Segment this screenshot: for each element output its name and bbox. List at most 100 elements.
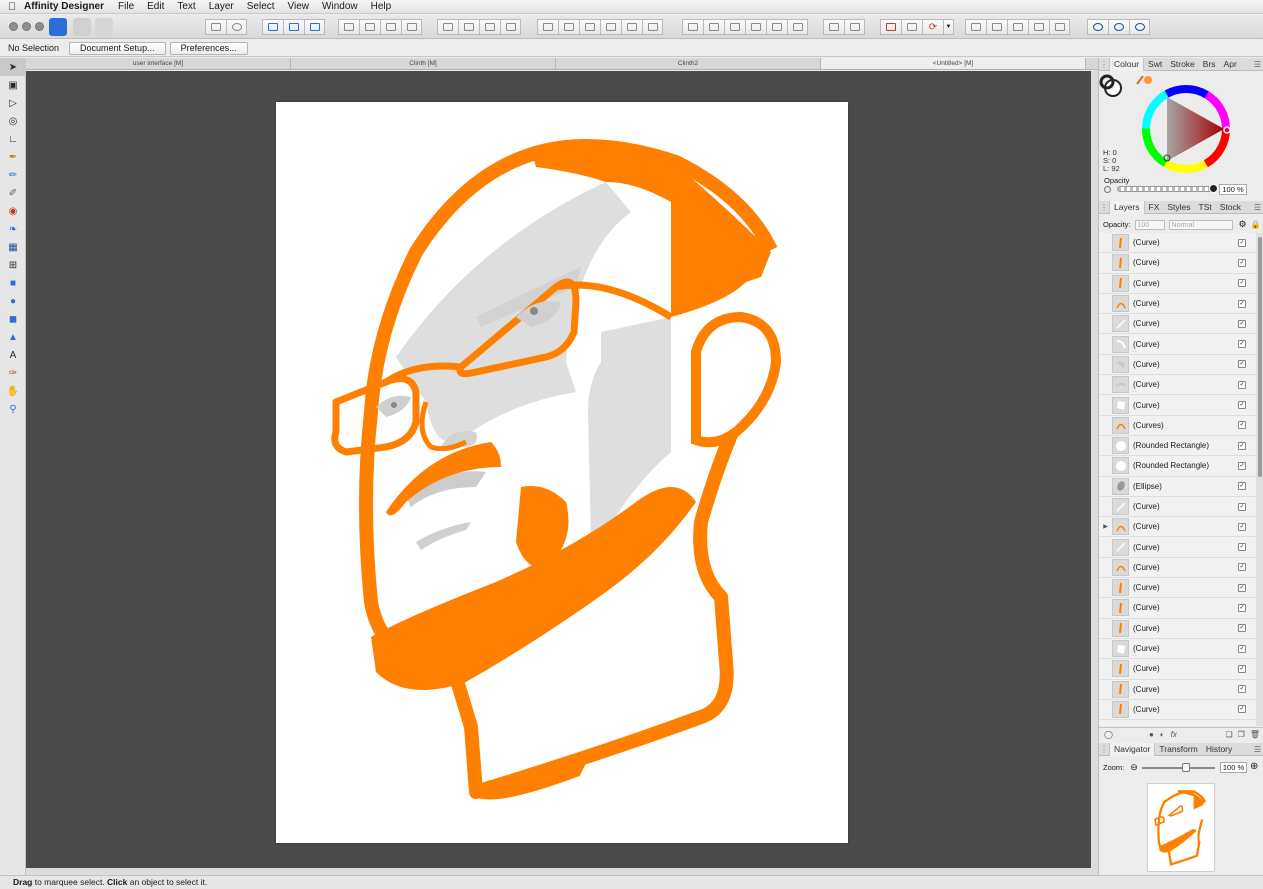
- layer-row[interactable]: (Curve) ✓: [1099, 395, 1256, 416]
- layer-visibility-checkbox[interactable]: ✓: [1238, 258, 1246, 267]
- layer-visibility-checkbox[interactable]: ✓: [1238, 238, 1246, 247]
- layer-row[interactable]: (Curve) ✓: [1099, 314, 1256, 335]
- transform-objects-icon[interactable]: [262, 19, 283, 35]
- snap-options-icon[interactable]: [1108, 19, 1129, 35]
- layer-row[interactable]: (Rounded Rectangle) ✓: [1099, 456, 1256, 477]
- layer-row[interactable]: (Curve) ✓: [1099, 598, 1256, 619]
- layer-visibility-checkbox[interactable]: ✓: [1238, 279, 1246, 288]
- mask-layer-icon[interactable]: ●: [1149, 730, 1154, 739]
- artboard[interactable]: [276, 102, 848, 843]
- minimize-window-button[interactable]: [22, 22, 31, 31]
- transparency-tool-icon[interactable]: ❧: [0, 220, 26, 238]
- layer-visibility-checkbox[interactable]: ✓: [1238, 441, 1246, 450]
- rotate-right-icon[interactable]: [500, 19, 521, 35]
- flip-vertical-icon[interactable]: [458, 19, 479, 35]
- tab-clinth2[interactable]: Clinth2: [556, 58, 821, 69]
- menu-file[interactable]: File: [118, 1, 134, 12]
- close-window-button[interactable]: [9, 22, 18, 31]
- tab-user-interface[interactable]: user interface [M]: [26, 58, 291, 69]
- apple-menu-icon[interactable]: : [0, 1, 24, 13]
- panel-menu-icon[interactable]: ☰: [1254, 60, 1261, 69]
- layers-scrollbar[interactable]: [1256, 233, 1263, 726]
- move-back-one-icon[interactable]: [359, 19, 380, 35]
- snapping-dropdown-icon[interactable]: ▼: [943, 19, 954, 35]
- opacity-value-field[interactable]: 100 %: [1219, 184, 1247, 195]
- align-center-icon[interactable]: [558, 19, 579, 35]
- layer-row[interactable]: (Curve) ✓: [1099, 375, 1256, 396]
- rotate-left-icon[interactable]: [479, 19, 500, 35]
- panel-grip-icon[interactable]: ⋮: [1099, 203, 1109, 212]
- xor-geometry-icon[interactable]: [1028, 19, 1049, 35]
- lock-icon[interactable]: 🔒: [1251, 220, 1261, 229]
- tab-clinth[interactable]: Clinth [M]: [291, 58, 556, 69]
- layer-visibility-checkbox[interactable]: ✓: [1238, 340, 1246, 349]
- assistant-icon[interactable]: [1087, 19, 1108, 35]
- layer-row[interactable]: (Curve) ✓: [1099, 294, 1256, 315]
- no-fill-icon[interactable]: [1104, 186, 1111, 193]
- align-middle-icon[interactable]: [621, 19, 642, 35]
- layer-row[interactable]: (Curve) ✓: [1099, 253, 1256, 274]
- layer-visibility-checkbox[interactable]: ✓: [1238, 401, 1246, 410]
- menu-window[interactable]: Window: [322, 1, 358, 12]
- fx-icon[interactable]: fx: [1171, 730, 1177, 739]
- snapping-magnet-icon[interactable]: ⟳: [922, 19, 943, 35]
- opacity-slider-handle[interactable]: [1209, 184, 1218, 193]
- layer-row[interactable]: (Curve) ✓: [1099, 680, 1256, 700]
- layer-row[interactable]: ▶ (Curve) ✓: [1099, 517, 1256, 538]
- menu-view[interactable]: View: [288, 1, 310, 12]
- layer-row[interactable]: (Rounded Rectangle) ✓: [1099, 436, 1256, 457]
- view-mode-icon[interactable]: [1129, 19, 1150, 35]
- panel-grip-icon[interactable]: ⋮: [1099, 60, 1109, 69]
- distribute-3-icon[interactable]: [724, 19, 745, 35]
- align-right-icon[interactable]: [579, 19, 600, 35]
- navigator-preview[interactable]: [1147, 783, 1215, 872]
- portrait-illustration[interactable]: [276, 102, 848, 843]
- tab-fx[interactable]: FX: [1145, 202, 1164, 212]
- move-to-back-icon[interactable]: [338, 19, 359, 35]
- layer-opacity-field[interactable]: 100: [1134, 219, 1165, 230]
- layer-row[interactable]: (Ellipse) ✓: [1099, 477, 1256, 497]
- delete-layer-icon[interactable]: 🗑: [1250, 730, 1260, 739]
- text-tool-icon[interactable]: A: [0, 346, 26, 364]
- layer-visibility-checkbox[interactable]: ✓: [1238, 319, 1246, 328]
- designer-persona-icon[interactable]: [49, 18, 67, 36]
- layer-settings-icon[interactable]: ⚙: [1239, 219, 1247, 230]
- layer-visibility-checkbox[interactable]: ✓: [1238, 543, 1246, 552]
- grid-icon[interactable]: [880, 19, 901, 35]
- rounded-rectangle-tool-icon[interactable]: ◼: [0, 310, 26, 328]
- hand-tool-icon[interactable]: ✋: [0, 382, 26, 400]
- zoom-out-icon[interactable]: ⊖: [1130, 762, 1138, 773]
- layer-visibility-checkbox[interactable]: ✓: [1238, 522, 1246, 531]
- menu-layer[interactable]: Layer: [209, 1, 234, 12]
- crop-tool-icon[interactable]: ⊞: [0, 256, 26, 274]
- recent-colour-swatch[interactable]: [1144, 76, 1152, 84]
- layer-row[interactable]: (Curve) ✓: [1099, 233, 1256, 254]
- layer-visibility-checkbox[interactable]: ✓: [1238, 563, 1246, 572]
- layer-visibility-checkbox[interactable]: ✓: [1238, 299, 1246, 308]
- document-setup-button[interactable]: Document Setup...: [69, 41, 166, 55]
- layer-visibility-checkbox[interactable]: ✓: [1238, 583, 1246, 592]
- snapping-icon[interactable]: [205, 19, 226, 35]
- tab-layers[interactable]: Layers: [1109, 200, 1145, 214]
- layer-visibility-checkbox[interactable]: ✓: [1238, 461, 1246, 470]
- layer-row[interactable]: (Curve) ✓: [1099, 274, 1256, 294]
- move-to-front-icon[interactable]: [401, 19, 422, 35]
- adjustment-icon[interactable]: ◐: [1160, 730, 1165, 739]
- color-picker-tool-icon[interactable]: ✑: [0, 364, 26, 382]
- guides-icon[interactable]: [901, 19, 922, 35]
- distribute-4-icon[interactable]: [745, 19, 766, 35]
- layer-row[interactable]: (Curve) ✓: [1099, 619, 1256, 639]
- layer-row[interactable]: (Curve) ✓: [1099, 537, 1256, 558]
- point-transform-tool-icon[interactable]: ◎: [0, 112, 26, 130]
- layer-visibility-checkbox[interactable]: ✓: [1238, 603, 1246, 612]
- layer-visibility-checkbox[interactable]: ✓: [1238, 482, 1246, 491]
- tab-untitled[interactable]: <Untitled> [M]: [821, 58, 1086, 69]
- place-image-tool-icon[interactable]: ▦: [0, 238, 26, 256]
- tab-transform[interactable]: Transform: [1155, 744, 1201, 754]
- flip-horizontal-icon[interactable]: [437, 19, 458, 35]
- zoom-slider[interactable]: [1142, 767, 1215, 769]
- align-bottom-icon[interactable]: [642, 19, 663, 35]
- force-pixel-icon[interactable]: [226, 19, 247, 35]
- layer-row[interactable]: (Curve) ✓: [1099, 497, 1256, 518]
- preferences-button[interactable]: Preferences...: [169, 41, 248, 55]
